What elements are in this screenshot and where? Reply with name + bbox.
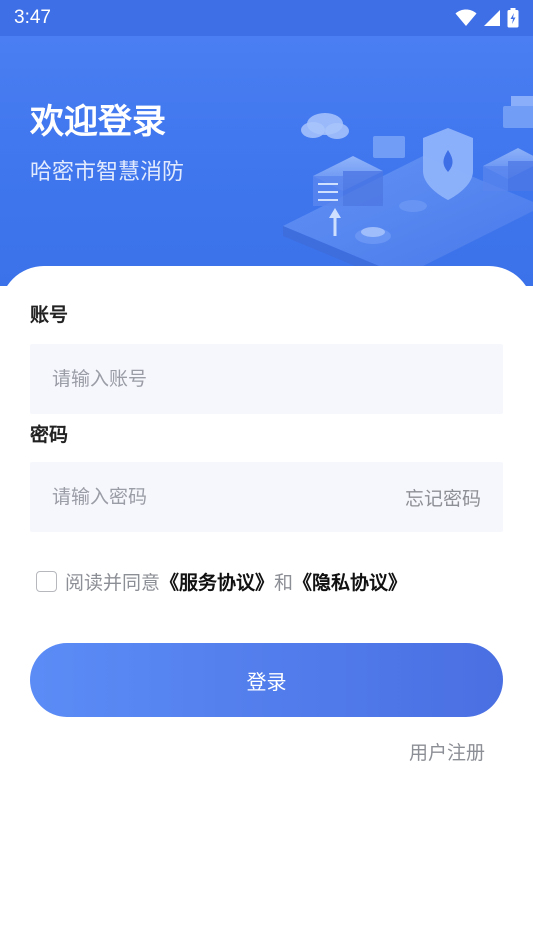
service-agreement-link[interactable]: 《服务协议》 (160, 568, 274, 595)
hero-header: 欢迎登录 哈密市智慧消防 (0, 36, 533, 286)
agreement-conjunction: 和 (274, 572, 294, 594)
agreement-prefix: 阅读并同意 (65, 572, 161, 594)
page-subtitle: 哈密市智慧消防 (30, 160, 185, 185)
forgot-password-link[interactable]: 忘记密码 (405, 484, 481, 511)
password-field[interactable]: 忘记密码 (30, 462, 503, 532)
wifi-icon (455, 9, 477, 26)
account-input[interactable] (52, 368, 481, 390)
agreement-checkbox[interactable] (36, 571, 57, 592)
login-button[interactable]: 登录 (30, 643, 503, 717)
page-title: 欢迎登录 (30, 102, 166, 142)
register-link[interactable]: 用户注册 (409, 738, 485, 765)
status-icons (455, 8, 519, 28)
signal-icon (484, 10, 500, 26)
account-label: 账号 (30, 304, 69, 326)
battery-charging-icon (507, 8, 519, 28)
password-label: 密码 (30, 424, 69, 446)
smart-fire-illustration (283, 96, 533, 276)
status-bar: 3:47 (0, 0, 533, 36)
account-field[interactable] (30, 344, 503, 414)
agreement-row: 阅读并同意 《服务协议》 和 《隐私协议》 (36, 568, 407, 595)
password-input[interactable] (52, 486, 405, 508)
status-time: 3:47 (14, 7, 51, 28)
privacy-agreement-link[interactable]: 《隐私协议》 (293, 568, 407, 595)
